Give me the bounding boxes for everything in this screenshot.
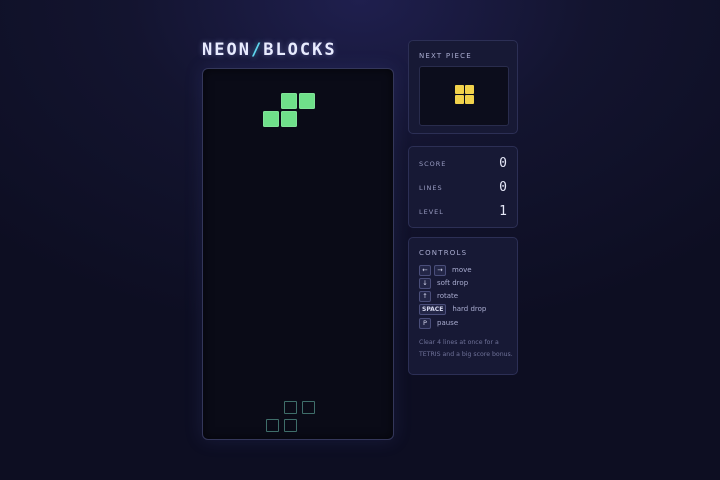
space-key: SPACE [419, 303, 447, 315]
stats-panel: SCORE 0 LINES 0 LEVEL 1 [408, 146, 518, 228]
control-pause-label: pause [437, 319, 459, 327]
up-arrow-key: ↑ [419, 290, 431, 302]
control-move: ← → move [419, 264, 472, 276]
active-piece-cell [281, 111, 297, 127]
level-value: 1 [499, 204, 507, 219]
game-board[interactable] [202, 68, 394, 440]
ghost-piece-cell [302, 401, 315, 414]
ghost-piece-cell [284, 401, 297, 414]
control-hard-drop: SPACE hard drop [419, 303, 486, 315]
active-piece-cell [281, 93, 297, 109]
tetris-hint: Clear 4 lines at once for a TETRIS and a… [419, 339, 513, 358]
control-move-label: move [452, 266, 472, 274]
next-piece-preview [419, 66, 509, 126]
lines-label: LINES [419, 184, 443, 192]
controls-title: CONTROLS [419, 249, 468, 257]
next-piece-cell [465, 85, 474, 94]
control-rotate: ↑ rotate [419, 290, 458, 302]
control-pause: P pause [419, 317, 458, 329]
ghost-piece-cell [266, 419, 279, 432]
next-piece-cell [455, 85, 464, 94]
next-piece-panel: NEXT PIECE [408, 40, 518, 134]
control-soft-drop-label: soft drop [437, 279, 469, 287]
level-label: LEVEL [419, 208, 444, 216]
title-prefix: NEON [202, 40, 251, 60]
score-value: 0 [499, 156, 507, 171]
active-piece-cell [299, 93, 315, 109]
controls-panel: CONTROLS ← → move ↓ soft drop ↑ rotate S… [408, 237, 518, 375]
next-piece-label: NEXT PIECE [419, 52, 472, 60]
control-soft-drop: ↓ soft drop [419, 277, 468, 289]
active-piece-cell [263, 111, 279, 127]
down-arrow-key: ↓ [419, 277, 431, 289]
title-suffix: BLOCKS [263, 40, 337, 60]
right-arrow-key: → [434, 264, 446, 276]
control-rotate-label: rotate [437, 292, 459, 300]
control-hard-drop-label: hard drop [452, 305, 487, 313]
title-slash: / [250, 40, 264, 60]
ghost-piece-cell [284, 419, 297, 432]
left-arrow-key: ← [419, 264, 431, 276]
game-title: NEON/BLOCKS [202, 40, 337, 60]
p-key: P [419, 317, 431, 329]
lines-value: 0 [499, 180, 507, 195]
next-piece-cell [455, 95, 464, 104]
score-label: SCORE [419, 160, 447, 168]
next-piece-cell [465, 95, 474, 104]
